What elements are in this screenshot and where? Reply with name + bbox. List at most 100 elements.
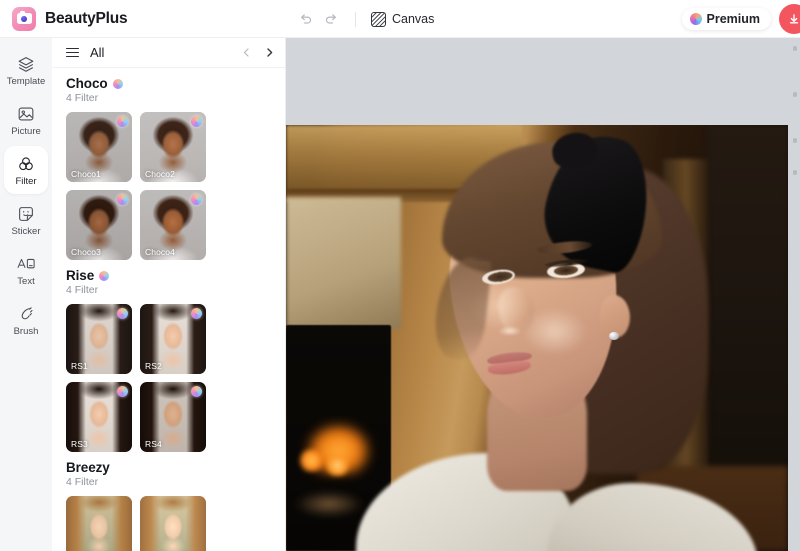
premium-badge-icon (112, 78, 123, 89)
filter-thumb-grid: BRZ1 BRZ2 BRZ3 BRZ4 (52, 488, 285, 551)
filter-thumb[interactable]: RS2 (140, 304, 206, 374)
filter-thumb[interactable]: Choco2 (140, 112, 206, 182)
filter-group-choco: Choco 4 Filter Choco1 Choco2 Choco3 Choc… (52, 68, 285, 260)
sidebar-item-label: Text (17, 275, 35, 287)
premium-badge-icon (117, 308, 128, 319)
sidebar-item-picture[interactable]: Picture (4, 96, 48, 144)
filter-thumb-label: RS2 (145, 361, 162, 371)
redo-button[interactable] (318, 6, 344, 32)
layers-icon (18, 56, 34, 72)
edited-photo[interactable] (286, 125, 788, 551)
thumb-preview-image (66, 496, 132, 551)
shoulder-right (547, 482, 758, 551)
filter-thumb-label: Choco3 (71, 247, 101, 257)
filter-thumb[interactable]: RS1 (66, 304, 132, 374)
filter-group-header: Breezy 4 Filter (52, 460, 285, 488)
filter-thumb[interactable]: Choco4 (140, 190, 206, 260)
sidebar-item-brush[interactable]: Brush (4, 296, 48, 344)
filter-thumb[interactable]: BRZ1 (66, 496, 132, 551)
filter-thumb-grid: RS1 RS2 RS3 RS4 (52, 296, 285, 452)
hamburger-icon[interactable] (66, 47, 79, 58)
canvas-button-label: Canvas (392, 12, 435, 26)
filter-panel-header: All (52, 38, 285, 68)
filter-group-count: 4 Filter (66, 92, 99, 104)
filter-thumb-label: Choco1 (71, 169, 101, 179)
color-circles-icon (19, 157, 33, 170)
left-sidebar: Template Picture Filter Sticker Text Bru… (0, 38, 52, 551)
app-title: BeautyPlus (45, 9, 128, 27)
editor-body: Template Picture Filter Sticker Text Bru… (0, 38, 800, 551)
filter-thumb[interactable]: RS4 (140, 382, 206, 452)
thumb-preview-image (140, 496, 206, 551)
premium-badge-icon (191, 116, 202, 127)
sidebar-item-label: Picture (11, 125, 41, 137)
filter-thumb-label: RS4 (145, 439, 162, 449)
filter-thumb-label: RS1 (71, 361, 88, 371)
beautyplus-editor: BeautyPlus Canvas Premium Template Pictu… (0, 0, 800, 551)
brush-icon (21, 307, 33, 320)
filter-thumb[interactable]: RS3 (66, 382, 132, 452)
prev-page-button[interactable] (239, 45, 254, 60)
camera-icon (12, 6, 36, 31)
text-aa-icon (17, 258, 35, 269)
download-button[interactable] (779, 4, 800, 34)
nose-highlight (497, 326, 521, 337)
premium-badge-icon (117, 116, 128, 127)
filter-group-count: 4 Filter (66, 476, 99, 488)
filter-thumb-grid: Choco1 Choco2 Choco3 Choco4 (52, 104, 285, 260)
earring (608, 331, 619, 340)
canvas-scrollbar[interactable] (793, 46, 797, 176)
undo-arrow-icon (300, 13, 311, 24)
premium-badge-icon (191, 308, 202, 319)
next-page-button[interactable] (262, 45, 277, 60)
top-toolbar: BeautyPlus Canvas Premium (0, 0, 800, 38)
filter-group-breezy: Breezy 4 Filter BRZ1 BRZ2 (52, 452, 285, 551)
sidebar-item-label: Brush (13, 325, 39, 337)
chevron-right-icon (267, 48, 273, 57)
premium-badge-icon (191, 386, 202, 397)
filter-thumb[interactable]: BRZ2 (140, 496, 206, 551)
filter-group-header: Rise 4 Filter (52, 268, 285, 296)
sidebar-item-label: Sticker (11, 225, 41, 237)
brand: BeautyPlus (0, 6, 128, 31)
sidebar-item-label: Filter (15, 175, 37, 187)
sidebar-item-filter[interactable]: Filter (4, 146, 48, 194)
redo-arrow-icon (325, 13, 336, 24)
filter-group-header: Choco 4 Filter (52, 76, 285, 104)
chevron-left-icon (243, 48, 249, 57)
filter-thumb-label: Choco4 (145, 247, 175, 257)
gem-icon (689, 13, 702, 25)
toolbar-divider (355, 11, 356, 27)
toolbar-right-group: Premium (681, 0, 800, 38)
filter-pager (239, 45, 277, 60)
filter-group-title: Choco (66, 76, 108, 91)
filter-group-title: Rise (66, 268, 95, 283)
filter-thumb[interactable]: Choco1 (66, 112, 132, 182)
canvas-area[interactable] (286, 38, 800, 551)
premium-badge-icon (191, 194, 202, 205)
portrait-subject (286, 125, 788, 551)
sidebar-item-label: Template (6, 75, 46, 87)
canvas-hatch-icon (371, 11, 386, 27)
image-icon (18, 107, 34, 121)
sidebar-item-text[interactable]: Text (4, 246, 48, 294)
toolbar-center-group: Canvas (292, 0, 438, 38)
sticker-face-icon (19, 206, 33, 221)
sidebar-item-sticker[interactable]: Sticker (4, 196, 48, 244)
canvas-button[interactable]: Canvas (367, 9, 438, 30)
premium-badge-icon (117, 386, 128, 397)
undo-button[interactable] (292, 6, 318, 32)
filter-thumb[interactable]: Choco3 (66, 190, 132, 260)
filter-group-title: Breezy (66, 460, 110, 475)
filter-group-rise: Rise 4 Filter RS1 RS2 RS3 RS4 (52, 260, 285, 452)
filter-thumb-label: Choco2 (145, 169, 175, 179)
filter-thumb-label: RS3 (71, 439, 88, 449)
download-arrow-icon (789, 14, 799, 24)
premium-label: Premium (706, 12, 761, 26)
premium-button[interactable]: Premium (681, 8, 771, 30)
premium-badge-icon (99, 270, 110, 281)
filter-list[interactable]: Choco 4 Filter Choco1 Choco2 Choco3 Choc… (52, 68, 285, 551)
filter-category-title: All (90, 45, 105, 60)
filter-group-count: 4 Filter (66, 284, 99, 296)
sidebar-item-template[interactable]: Template (4, 46, 48, 94)
